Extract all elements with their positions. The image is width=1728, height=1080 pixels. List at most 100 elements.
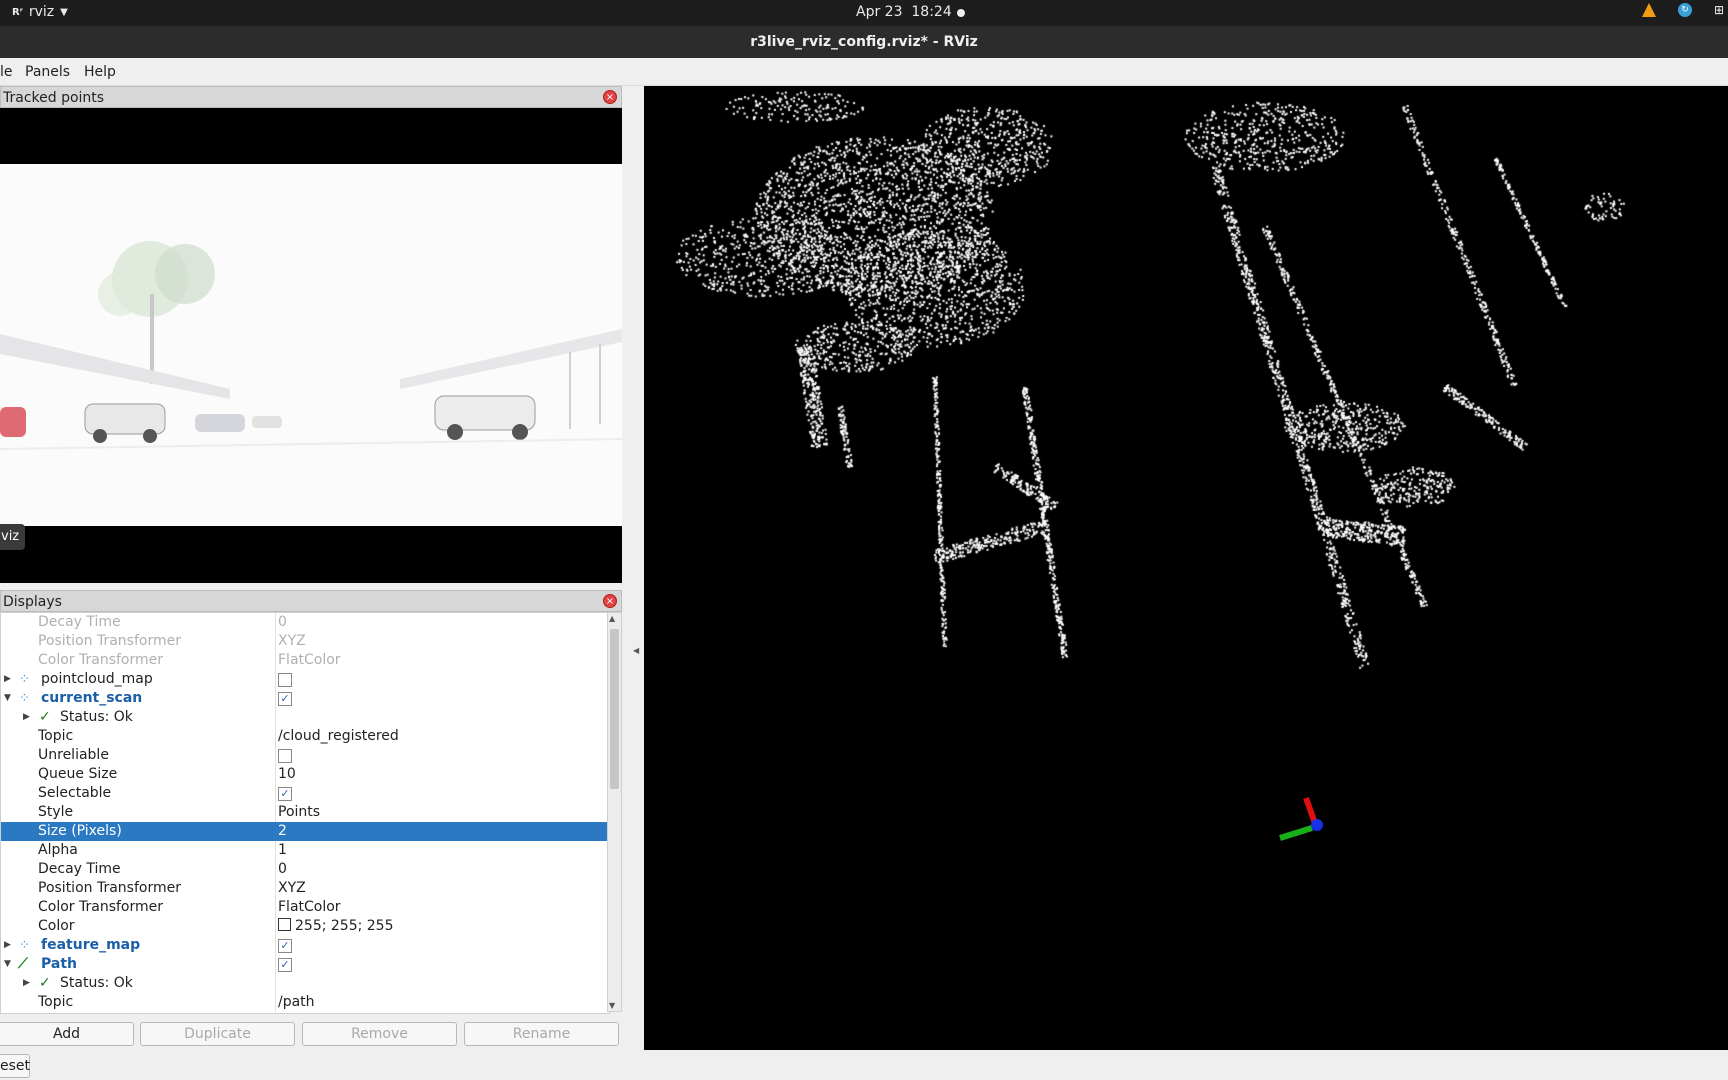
app-name: rviz <box>28 4 55 20</box>
tree-row[interactable]: Queue Size 10 <box>1 765 608 784</box>
status-row[interactable]: ▶ ✓ Status: Ok <box>1 708 608 727</box>
display-pointcloud-map[interactable]: ▶ ⁘ pointcloud_map <box>1 670 608 689</box>
notification-dot-icon <box>957 9 965 17</box>
tree-row-selected[interactable]: Size (Pixels) 2 <box>1 822 608 841</box>
reset-button[interactable]: eset <box>0 1054 30 1078</box>
property-label: Position Transformer <box>38 633 181 649</box>
scroll-thumb[interactable] <box>610 629 619 789</box>
rename-button[interactable]: Rename <box>464 1022 619 1046</box>
enable-checkbox[interactable] <box>278 673 292 687</box>
expand-arrow-icon[interactable]: ▶ <box>23 974 30 993</box>
collapse-arrow-icon[interactable]: ▼ <box>4 955 11 974</box>
rviz-logo-icon: Rʳ <box>12 6 23 18</box>
add-button[interactable]: Add <box>0 1022 134 1046</box>
display-label: feature_map <box>41 937 141 953</box>
camera-image-view <box>0 108 622 583</box>
expand-arrow-icon[interactable]: ▶ <box>4 936 11 955</box>
tree-row[interactable]: Style Points <box>1 803 608 822</box>
network-icon[interactable]: ⊞ <box>1714 3 1728 17</box>
path-icon: ⟋ <box>18 956 28 972</box>
display-feature-map[interactable]: ▶ ⁘ feature_map ✓ <box>1 936 608 955</box>
property-label: Selectable <box>38 785 112 801</box>
tree-row[interactable]: Color Transformer FlatColor <box>1 651 608 670</box>
property-value[interactable]: /cloud_registered <box>278 727 399 746</box>
property-value: FlatColor <box>278 652 341 668</box>
property-label: Color Transformer <box>38 899 164 915</box>
property-label: Unreliable <box>38 747 109 763</box>
property-label: Decay Time <box>38 861 121 877</box>
panel-title: Displays <box>3 594 62 610</box>
unreliable-checkbox[interactable] <box>278 749 292 763</box>
app-menu[interactable]: Rʳ rviz ▼ <box>12 4 68 20</box>
collapse-arrow-icon[interactable]: ▼ <box>4 689 11 708</box>
y-axis-icon <box>1279 825 1313 841</box>
tree-row[interactable]: Color 255; 255; 255 <box>1 917 608 936</box>
panel-title: Tracked points <box>3 90 105 106</box>
property-label: Queue Size <box>38 766 118 782</box>
menu-help[interactable]: Help <box>84 64 116 80</box>
property-label: Topic <box>38 994 74 1010</box>
status-row[interactable]: ▶ ✓ Status: Ok <box>1 974 608 993</box>
color-value[interactable]: 255; 255; 255 <box>278 917 394 936</box>
property-value[interactable]: 1 <box>278 841 287 860</box>
pointcloud-icon: ⁘ <box>19 672 30 687</box>
tree-row[interactable]: Alpha 1 <box>1 841 608 860</box>
clock-time: 18:24 <box>911 4 952 20</box>
color-swatch[interactable] <box>278 918 291 931</box>
remove-button[interactable]: Remove <box>302 1022 457 1046</box>
duplicate-button[interactable]: Duplicate <box>140 1022 295 1046</box>
camera-frame <box>0 164 622 526</box>
property-value[interactable]: FlatColor <box>278 898 341 917</box>
street-scene-image <box>0 241 622 450</box>
vlc-cone-icon[interactable] <box>1642 3 1656 17</box>
update-icon[interactable]: ↻ <box>1678 3 1692 17</box>
tree-row[interactable]: Position Transformer XYZ <box>1 632 608 651</box>
property-label: Topic <box>38 728 74 744</box>
property-label: Position Transformer <box>38 880 181 896</box>
clock[interactable]: Apr 23 18:24 <box>856 4 952 20</box>
caret-down-icon: ▼ <box>60 6 68 18</box>
rviz-window-tag: viz <box>0 524 25 550</box>
property-value[interactable]: Points <box>278 803 320 822</box>
tracked-points-panel-header: Tracked points × <box>0 86 622 108</box>
expand-arrow-icon[interactable]: ▶ <box>23 708 30 727</box>
menu-file[interactable]: le <box>0 64 13 80</box>
display-label: Path <box>41 956 77 972</box>
enable-checkbox[interactable]: ✓ <box>278 692 292 706</box>
check-icon: ✓ <box>39 975 51 991</box>
displays-tree: Decay Time 0 Position Transformer XYZ Co… <box>0 612 610 1014</box>
property-value[interactable]: /path <box>278 993 315 1012</box>
property-value[interactable]: XYZ <box>278 879 306 898</box>
selectable-checkbox[interactable]: ✓ <box>278 787 292 801</box>
tree-row[interactable]: Topic /path <box>1 993 608 1012</box>
displays-scrollbar[interactable]: ▲ ▼ <box>607 612 622 1012</box>
scroll-down-icon[interactable]: ▼ <box>609 1001 615 1010</box>
3d-render-view[interactable] <box>644 86 1728 1050</box>
displays-panel-header: Displays × <box>0 590 622 612</box>
expand-arrow-icon[interactable]: ▶ <box>4 670 11 689</box>
display-current-scan[interactable]: ▼ ⁘ current_scan ✓ <box>1 689 608 708</box>
menu-bar: le Panels Help <box>0 58 1728 86</box>
tree-row[interactable]: Decay Time 0 <box>1 613 608 632</box>
tree-row[interactable]: Unreliable <box>1 746 608 765</box>
enable-checkbox[interactable]: ✓ <box>278 939 292 953</box>
tree-row[interactable]: Selectable ✓ <box>1 784 608 803</box>
property-value[interactable]: 10 <box>278 765 296 784</box>
close-icon[interactable]: × <box>603 594 617 608</box>
property-value[interactable]: 2 <box>278 822 287 841</box>
clock-date: Apr 23 <box>856 4 903 20</box>
property-value[interactable]: 0 <box>278 860 287 879</box>
property-label: Size (Pixels) <box>38 823 122 839</box>
display-path[interactable]: ▼ ⟋ Path ✓ <box>1 955 608 974</box>
close-icon[interactable]: × <box>603 90 617 104</box>
tree-row[interactable]: Position Transformer XYZ <box>1 879 608 898</box>
tree-row[interactable]: Topic /cloud_registered <box>1 727 608 746</box>
panel-splitter[interactable]: ◀ <box>622 86 644 1080</box>
property-value: 0 <box>278 614 287 630</box>
menu-panels[interactable]: Panels <box>25 64 70 80</box>
collapse-left-icon[interactable]: ◀ <box>633 646 639 655</box>
scroll-up-icon[interactable]: ▲ <box>609 614 615 623</box>
enable-checkbox[interactable]: ✓ <box>278 958 292 972</box>
tree-row[interactable]: Decay Time 0 <box>1 860 608 879</box>
tree-row[interactable]: Color Transformer FlatColor <box>1 898 608 917</box>
